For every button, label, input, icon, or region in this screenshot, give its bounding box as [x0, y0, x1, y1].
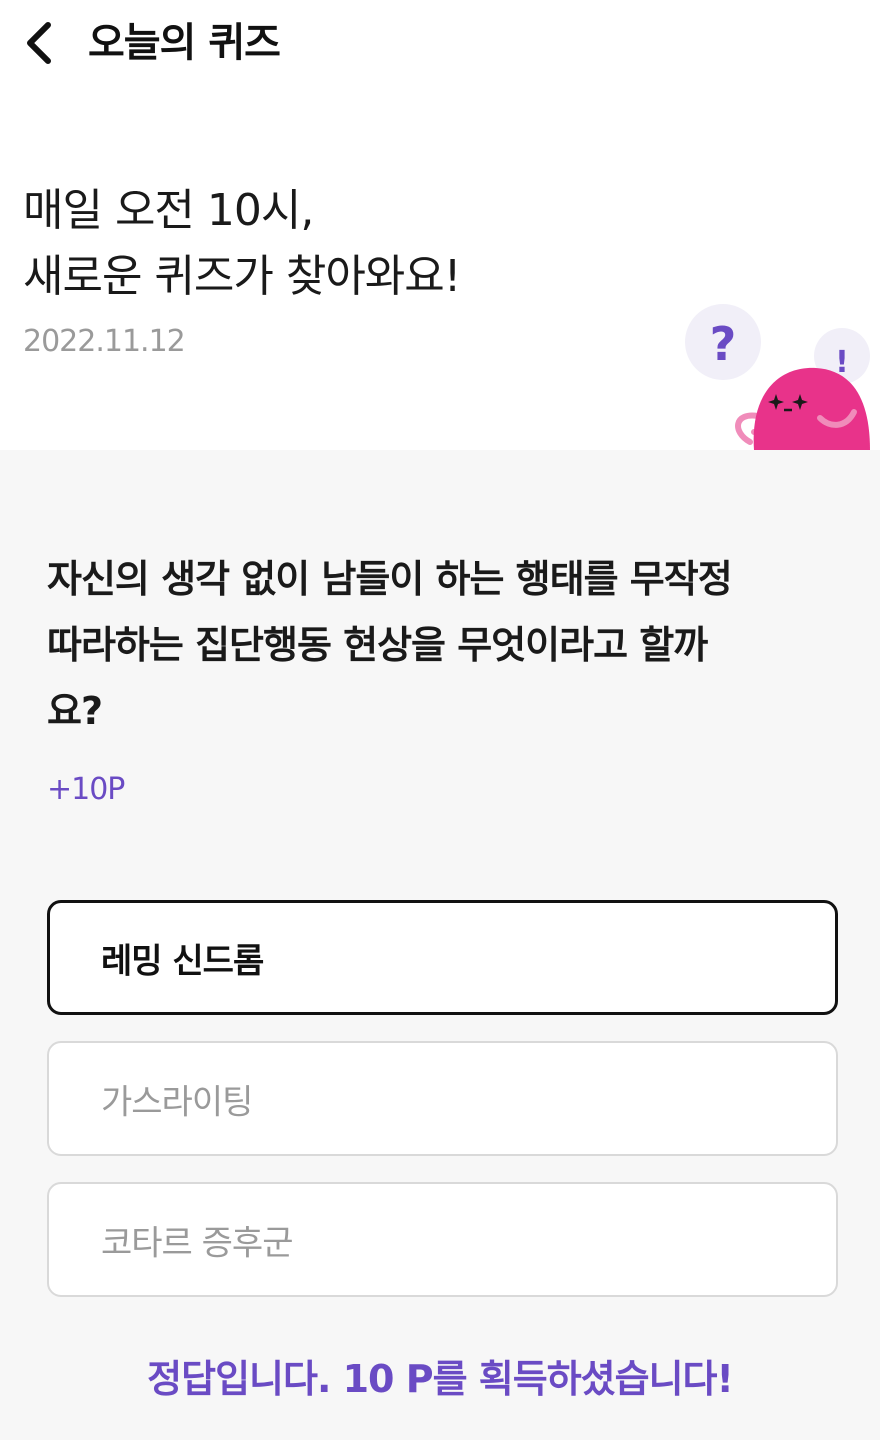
result-message: 정답입니다. 10 P를 획득하셨습니다!: [147, 1357, 734, 1401]
question-line-3: 요?: [47, 689, 103, 733]
intro-line-1: 매일 오전 10시,: [23, 185, 314, 236]
answer-option-3[interactable]: 코타르 증후군: [47, 1182, 838, 1297]
points-reward: +10P: [47, 772, 125, 807]
question-line-2: 따라하는 집단행동 현상을 무엇이라고 할까: [47, 623, 708, 667]
chevron-left-icon: [27, 22, 51, 64]
top-section: 오늘의 퀴즈 매일 오전 10시, 새로운 퀴즈가 찾아와요! 2022.11.…: [0, 0, 880, 450]
answer-option-1[interactable]: 레밍 신드롬: [47, 900, 838, 1015]
answer-option-label: 가스라이팅: [101, 1082, 253, 1122]
mascot-illustration: ? !: [685, 304, 870, 450]
question-line-1: 자신의 생각 없이 남들이 하는 행태를 무작정: [47, 557, 733, 601]
intro-headline: 매일 오전 10시, 새로운 퀴즈가 찾아와요!: [23, 178, 461, 310]
header: 오늘의 퀴즈: [0, 0, 880, 90]
answer-option-2[interactable]: 가스라이팅: [47, 1041, 838, 1156]
quiz-date: 2022.11.12: [23, 324, 186, 359]
page-title: 오늘의 퀴즈: [88, 20, 281, 66]
intro-line-2: 새로운 퀴즈가 찾아와요!: [23, 251, 461, 302]
answer-option-label: 코타르 증후군: [101, 1223, 293, 1263]
quiz-question: 자신의 생각 없이 남들이 하는 행태를 무작정 따라하는 집단행동 현상을 무…: [47, 546, 847, 744]
question-mark: ?: [710, 317, 737, 371]
back-button[interactable]: [14, 18, 64, 68]
answer-option-label: 레밍 신드롬: [101, 941, 264, 981]
